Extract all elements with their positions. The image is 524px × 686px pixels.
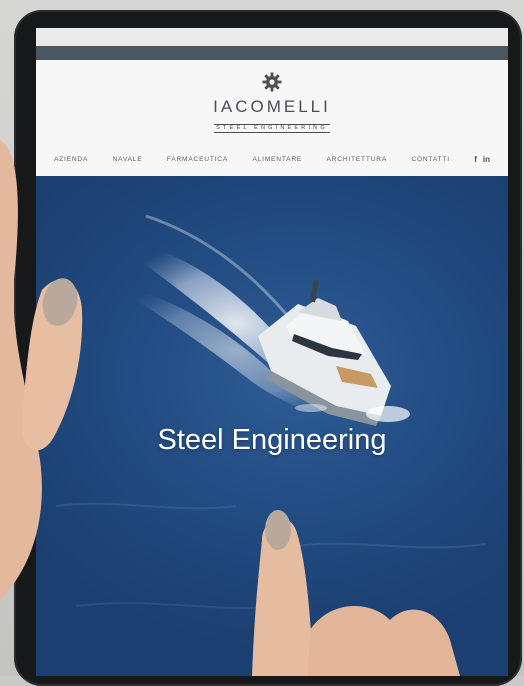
hero-title: Steel Engineering [157,424,387,456]
nav-item-azienda[interactable]: AZIENDA [54,156,88,163]
facebook-icon[interactable]: f [474,155,477,164]
nav-item-contatti[interactable]: CONTATTI [411,156,449,163]
tablet-screen: IACOMELLI STEEL ENGINEERING AZIENDA NAVA… [36,28,508,676]
nav-item-architettura[interactable]: ARCHITETTURA [327,156,388,163]
main-nav: AZIENDA NAVALE FARMACEUTICA ALIMENTARE A… [36,152,508,166]
brand-tagline: STEEL ENGINEERING [214,124,330,133]
hero-banner: Steel Engineering [36,176,508,676]
brand-name: IACOMELLI [213,97,331,116]
nav-item-farmaceutica[interactable]: FARMACEUTICA [167,156,228,163]
nav-item-navale[interactable]: NAVALE [113,156,143,163]
browser-top-strip [36,28,508,46]
social-links: f in [474,155,490,164]
linkedin-icon[interactable]: in [483,155,490,164]
nav-item-alimentare[interactable]: ALIMENTARE [252,156,302,163]
gear-icon [262,72,282,92]
site-logo[interactable]: IACOMELLI STEEL ENGINEERING [36,72,508,134]
site-top-bar [36,46,508,60]
